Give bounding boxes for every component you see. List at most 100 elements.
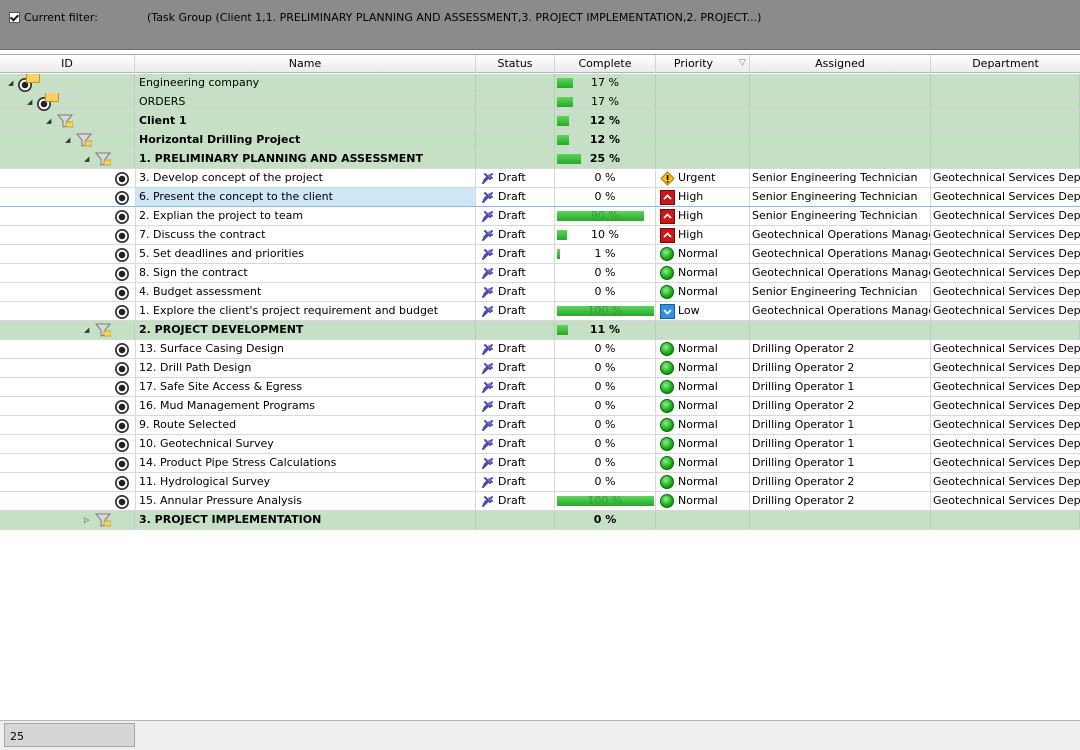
column-header-id[interactable]: ID	[0, 55, 135, 73]
group-row[interactable]: ◢ 1. PRELIMINARY PLANNING AND ASSESSMENT 2…	[0, 150, 1080, 169]
task-row[interactable]: 16. Mud Management Programs Draft 0 % Norma…	[0, 397, 1080, 416]
expand-icon[interactable]: ▷	[84, 517, 91, 524]
task-name[interactable]: 16. Mud Management Programs	[135, 397, 476, 415]
status-cell[interactable]: Draft	[476, 169, 555, 187]
task-row[interactable]: 9. Route Selected Draft 0 % Normal Drilling …	[0, 416, 1080, 435]
task-row[interactable]: 10. Geotechnical Survey Draft 0 % Normal Dri…	[0, 435, 1080, 454]
priority-cell[interactable]: Normal	[656, 454, 750, 472]
complete-cell[interactable]: 0 %	[555, 169, 656, 187]
priority-cell[interactable]: Normal	[656, 435, 750, 453]
tree-cell[interactable]	[0, 416, 135, 434]
priority-cell[interactable]: Normal	[656, 264, 750, 282]
status-cell[interactable]: Draft	[476, 454, 555, 472]
collapse-icon[interactable]: ◢	[27, 99, 34, 106]
task-name[interactable]: 1. PRELIMINARY PLANNING AND ASSESSMENT	[135, 150, 476, 168]
tree-cell[interactable]	[0, 283, 135, 301]
department-cell[interactable]: Geotechnical Services Departr	[931, 435, 1080, 453]
priority-cell[interactable]: Normal	[656, 416, 750, 434]
group-row[interactable]: ◢ 2. PROJECT DEVELOPMENT 11 %	[0, 321, 1080, 340]
tree-cell[interactable]	[0, 169, 135, 187]
column-header-complete[interactable]: Complete	[555, 55, 656, 73]
complete-cell[interactable]: 0 %	[555, 435, 656, 453]
status-cell[interactable]: Draft	[476, 397, 555, 415]
department-cell[interactable]: Geotechnical Services Departr	[931, 492, 1080, 510]
complete-cell[interactable]: 0 %	[555, 188, 656, 206]
task-row[interactable]: 2. Explian the project to team Draft 90 % H…	[0, 207, 1080, 226]
task-name[interactable]: 6. Present the concept to the client	[135, 188, 476, 206]
tree-cell[interactable]: ▷	[0, 511, 135, 529]
department-cell[interactable]	[931, 74, 1080, 92]
task-row[interactable]: 8. Sign the contract Draft 0 % Normal Geotec…	[0, 264, 1080, 283]
tree-cell[interactable]: ◢	[0, 93, 135, 111]
tree-cell[interactable]	[0, 435, 135, 453]
task-row[interactable]: 11. Hydrological Survey Draft 0 % Normal Dri…	[0, 473, 1080, 492]
department-cell[interactable]: Geotechnical Services Departr	[931, 454, 1080, 472]
filter-expression[interactable]: (Task Group (Client 1,1. PRELIMINARY PLA…	[147, 11, 761, 24]
complete-cell[interactable]: 0 %	[555, 340, 656, 358]
tree-cell[interactable]	[0, 359, 135, 377]
tree-cell[interactable]	[0, 473, 135, 491]
assigned-cell[interactable]	[750, 321, 931, 339]
complete-cell[interactable]: 0 %	[555, 511, 656, 529]
task-row[interactable]: 7. Discuss the contract Draft 10 % High Geot…	[0, 226, 1080, 245]
department-cell[interactable]: Geotechnical Services Departr	[931, 416, 1080, 434]
group-row[interactable]: ▷ 3. PROJECT IMPLEMENTATION 0 %	[0, 511, 1080, 530]
department-cell[interactable]: Geotechnical Services Departr	[931, 226, 1080, 244]
status-cell[interactable]: Draft	[476, 264, 555, 282]
task-name[interactable]: 2. PROJECT DEVELOPMENT	[135, 321, 476, 339]
department-cell[interactable]: Geotechnical Services Departr	[931, 359, 1080, 377]
status-cell[interactable]: Draft	[476, 207, 555, 225]
sort-desc-icon[interactable]: ▽	[739, 58, 746, 68]
priority-cell[interactable]: Normal	[656, 378, 750, 396]
priority-cell[interactable]: Normal	[656, 359, 750, 377]
task-row[interactable]: 3. Develop concept of the project Draft 0 …	[0, 169, 1080, 188]
task-name[interactable]: ORDERS	[135, 93, 476, 111]
department-cell[interactable]	[931, 511, 1080, 529]
task-name[interactable]: 1. Explore the client's project requirem…	[135, 302, 476, 320]
department-cell[interactable]: Geotechnical Services Departr	[931, 188, 1080, 206]
department-cell[interactable]: Geotechnical Services Departr	[931, 378, 1080, 396]
assigned-cell[interactable]: Geotechnical Operations Manager	[750, 226, 931, 244]
task-name[interactable]: 2. Explian the project to team	[135, 207, 476, 225]
status-cell[interactable]: Draft	[476, 378, 555, 396]
task-name[interactable]: 10. Geotechnical Survey	[135, 435, 476, 453]
assigned-cell[interactable]: Drilling Operator 1	[750, 435, 931, 453]
assigned-cell[interactable]: Senior Engineering Technician	[750, 207, 931, 225]
status-cell[interactable]: Draft	[476, 302, 555, 320]
tree-cell[interactable]: ◢	[0, 150, 135, 168]
group-row[interactable]: ◢ Client 1 12 %	[0, 112, 1080, 131]
department-cell[interactable]	[931, 150, 1080, 168]
priority-cell[interactable]: Normal	[656, 473, 750, 491]
complete-cell[interactable]: 100 %	[555, 302, 656, 320]
complete-cell[interactable]: 0 %	[555, 378, 656, 396]
priority-cell[interactable]: Urgent	[656, 169, 750, 187]
status-cell[interactable]: Draft	[476, 359, 555, 377]
status-cell[interactable]	[476, 112, 555, 130]
complete-cell[interactable]: 100 %	[555, 492, 656, 510]
task-name[interactable]: 9. Route Selected	[135, 416, 476, 434]
priority-cell[interactable]: High	[656, 226, 750, 244]
department-cell[interactable]: Geotechnical Services Departr	[931, 264, 1080, 282]
assigned-cell[interactable]	[750, 74, 931, 92]
department-cell[interactable]: Geotechnical Services Departr	[931, 302, 1080, 320]
department-cell[interactable]: Geotechnical Services Departr	[931, 245, 1080, 263]
tree-cell[interactable]	[0, 245, 135, 263]
tree-cell[interactable]	[0, 378, 135, 396]
task-name[interactable]: 17. Safe Site Access & Egress	[135, 378, 476, 396]
collapse-icon[interactable]: ◢	[84, 327, 91, 334]
tree-cell[interactable]	[0, 340, 135, 358]
task-name[interactable]: 3. Develop concept of the project	[135, 169, 476, 187]
department-cell[interactable]: Geotechnical Services Departr	[931, 473, 1080, 491]
group-row[interactable]: ◢ ORDERS 17 %	[0, 93, 1080, 112]
column-header-name[interactable]: Name	[135, 55, 476, 73]
task-row[interactable]: 17. Safe Site Access & Egress Draft 0 % Nor…	[0, 378, 1080, 397]
complete-cell[interactable]: 12 %	[555, 131, 656, 149]
group-row[interactable]: ◢ Horizontal Drilling Project 12 %	[0, 131, 1080, 150]
status-cell[interactable]: Draft	[476, 473, 555, 491]
tree-cell[interactable]: ◢	[0, 74, 135, 92]
priority-cell[interactable]: High	[656, 188, 750, 206]
priority-cell[interactable]: Normal	[656, 283, 750, 301]
priority-cell[interactable]	[656, 511, 750, 529]
priority-cell[interactable]	[656, 131, 750, 149]
tree-cell[interactable]: ◢	[0, 131, 135, 149]
